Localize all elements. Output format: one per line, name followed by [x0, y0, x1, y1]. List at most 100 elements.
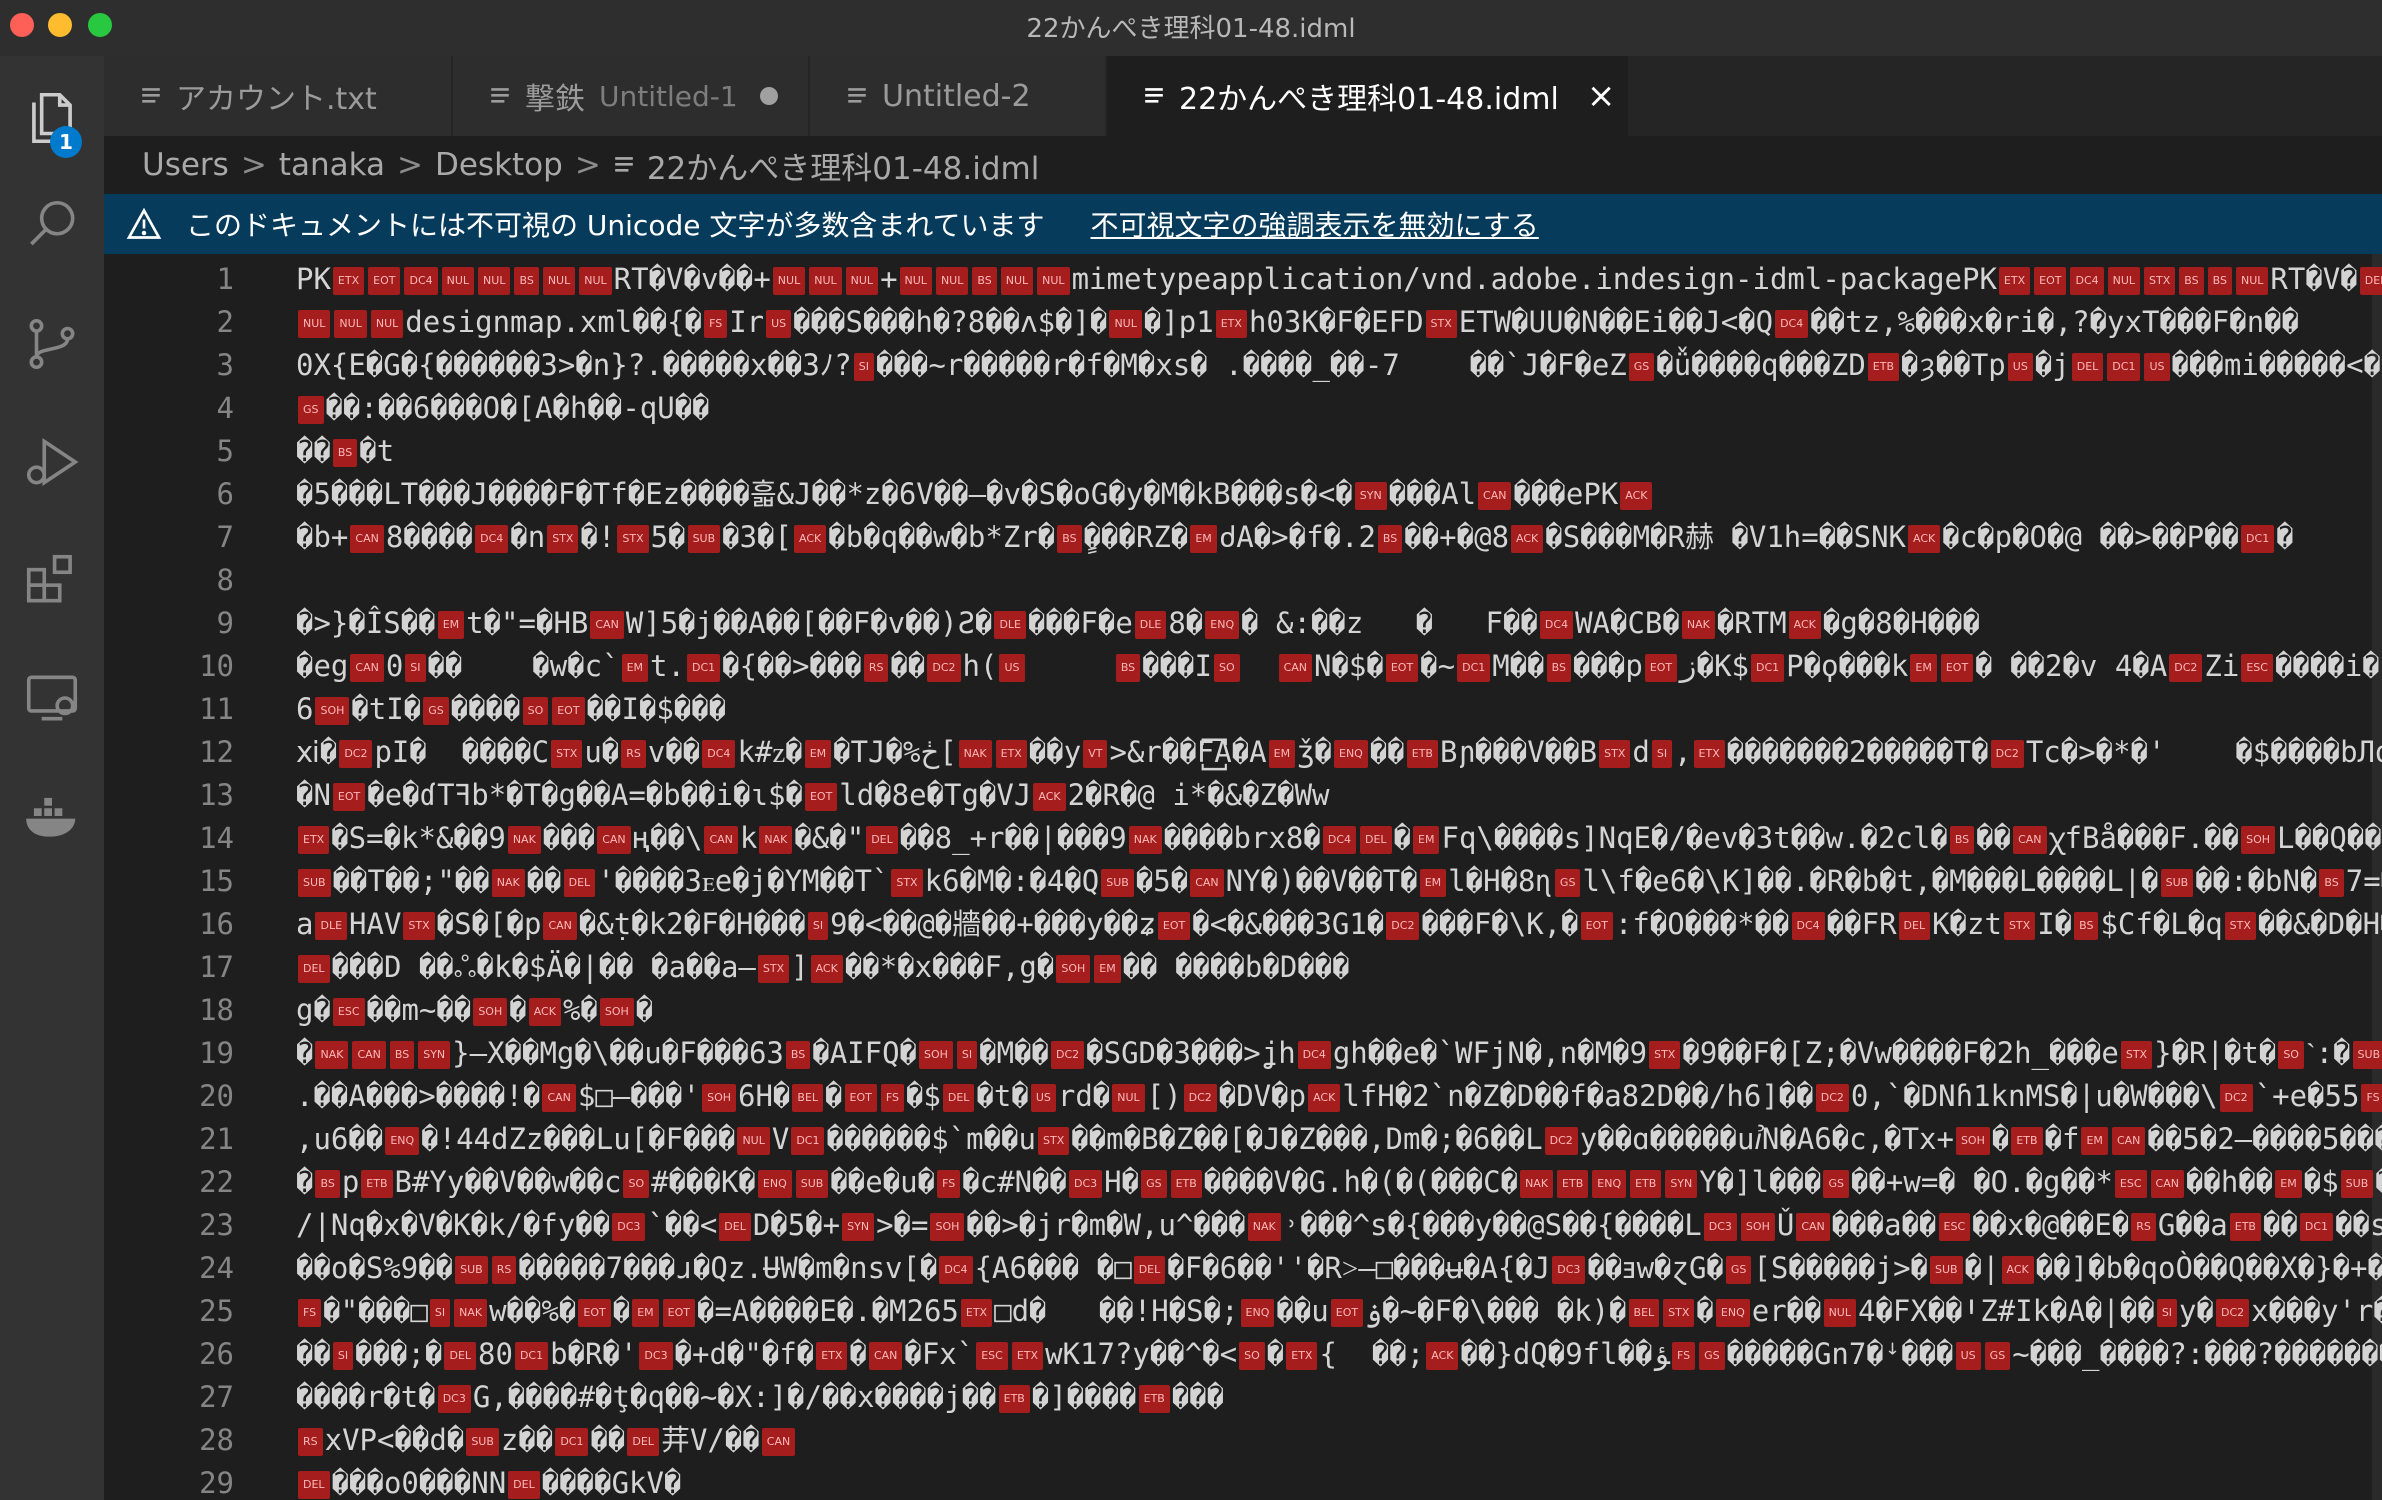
control-char-badge: NUL	[899, 267, 932, 295]
code-line[interactable]: 3 0X{E�G�{������3>�n}?.�����x��3ﾉ? SI ���~r…	[104, 344, 2382, 387]
control-char-badge: EM	[1094, 955, 1121, 983]
control-char-badge: SOH	[930, 1213, 965, 1241]
control-char-badge: EOT	[1385, 654, 1419, 682]
line-number: 17	[199, 950, 234, 984]
control-char-badge: DC4	[475, 525, 509, 553]
line-number: 21	[199, 1122, 234, 1156]
control-char-badge: STX	[2224, 912, 2256, 940]
code-line[interactable]: 1 PK ETX EOT DC4 NUL NUL BS NUL NUL RT�V�v��+ NUL NU…	[104, 258, 2382, 301]
code-line[interactable]: 12 ⅺ� DC2 pI� ����C STX u� RS v�� DC4 k#ᴢ� EM �TJ�%…	[104, 731, 2382, 774]
code-line[interactable]: 19 � NAK CAN BS SYN}—X��Mg�\��u�F���63 BS �AIFQ…	[104, 1032, 2382, 1075]
tab-idml-file[interactable]: 22かんぺき理科01-48.idml ×	[1107, 56, 1629, 136]
code-line[interactable]: 29 DEL ���o0���NN DEL ����GkV�	[104, 1462, 2382, 1500]
control-char-badge: SUB	[466, 1428, 499, 1456]
control-char-badge: BS	[972, 267, 997, 295]
line-number: 25	[199, 1294, 234, 1328]
control-char-badge: DC1	[514, 1342, 549, 1370]
code-line[interactable]: 15 SUB ��T��;"�� NAK �� DEL '����3ꭼe�j�YM��T` S…	[104, 860, 2382, 903]
code-line[interactable]: 20 .��A���>����!� CAN $□—���' SOH 6H� BEL � EOT F…	[104, 1075, 2382, 1118]
code-line[interactable]: 27 ����r�t� DC3 G,����#�ţ�q��~�X:]�/��x����…	[104, 1376, 2382, 1419]
code-line[interactable]: 16 a DLE HAV STX �S�[�p CAN �&ṭ�k2�F�H��� SI 9�<�…	[104, 903, 2382, 946]
control-char-badge: ENQ	[385, 1127, 420, 1155]
control-char-badge: NAK	[491, 869, 525, 897]
code-line[interactable]: 9 �>}�ÎS�� EM t�"=�HB CAN W]5�j��A��[��F�v��)…	[104, 602, 2382, 645]
control-char-badge: SI	[853, 353, 874, 381]
tab-untitled-1[interactable]: 撃鉄 Untitled-1	[453, 56, 809, 136]
line-number: 15	[199, 864, 234, 898]
control-char-badge: EM	[1413, 826, 1440, 854]
control-char-badge: CAN	[2150, 1170, 2184, 1198]
control-char-badge: US	[2007, 353, 2033, 381]
code-line[interactable]: 5 �� BS �t	[104, 430, 2382, 473]
text-file-icon	[848, 88, 866, 103]
control-char-badge: ACK	[1788, 611, 1821, 639]
code-line[interactable]: 22 � BS p ETB B#Yy��V��w��c SO #���K� ENQ SUB ��e�…	[104, 1161, 2382, 1204]
control-char-badge: ETX	[995, 740, 1027, 768]
control-char-badge: NUL	[298, 310, 331, 338]
control-char-badge: ETX	[816, 1342, 848, 1370]
control-char-badge: ENQ	[1334, 740, 1368, 768]
code-line[interactable]: 28 RS xVP<�ܳ�d� SUB z�� DC1 �� DEL 茾V/�� CAN	[104, 1419, 2382, 1462]
code-line[interactable]: 24 ��o�S%9�� SUB RS �����7���ɹ�Qz.ɄW�m�nsv[�…	[104, 1247, 2382, 1290]
line-content: /|Nq�x�V�K�k/�fy�� DC3 `��< DEL D�5�+ SYN >�= S…	[296, 1208, 2382, 1242]
control-char-badge: NUL	[1112, 1084, 1145, 1112]
explorer-badge: 1	[50, 126, 82, 158]
breadcrumb: Users > tanaka > Desktop > 22かんぺき理科01-48…	[104, 136, 2382, 194]
breadcrumb-desktop[interactable]: Desktop	[435, 147, 563, 183]
control-char-badge: RS	[863, 654, 889, 682]
text-file-icon	[142, 88, 160, 103]
control-char-badge: DC2	[1386, 912, 1420, 940]
code-line[interactable]: 4 GS ��:��6���O�[A�h��-qU��	[104, 387, 2382, 430]
code-line[interactable]: 23 /|Nq�x�V�K�k/�fy�� DC3 `��< DEL D�5�+ SYN >�…	[104, 1204, 2382, 1247]
tab-account-txt[interactable]: アカウント.txt	[104, 56, 452, 136]
code-editor[interactable]: 1 PK ETX EOT DC4 NUL NUL BS NUL NUL RT�V�v��+ NUL NU…	[104, 254, 2382, 1500]
source-control-button[interactable]	[0, 292, 104, 396]
control-char-badge: DC4	[702, 740, 736, 768]
code-line[interactable]: 21 ,u6�� ENQ �!44dZz���Lu[�F��� NUL V DC1 �����…	[104, 1118, 2382, 1161]
docker-button[interactable]	[0, 764, 104, 868]
control-char-badge: DEL	[298, 1471, 330, 1499]
code-line[interactable]: 14 ETX �S=�k*&��9 NAK ��� CAN ң��\ CAN k NAK �&�" D…	[104, 817, 2382, 860]
breadcrumb-file[interactable]: 22かんぺき理科01-48.idml	[647, 143, 1039, 188]
code-line[interactable]: 26 �� SI ���;� DEL 80 DC1 b�R�' DC3 �+d�"�f� ETX � C…	[104, 1333, 2382, 1376]
breadcrumb-users[interactable]: Users	[142, 147, 229, 183]
control-char-badge: SUB	[2160, 869, 2194, 897]
run-debug-button[interactable]	[0, 410, 104, 514]
control-char-badge: CAN	[597, 826, 631, 854]
control-char-badge: DC2	[1990, 740, 2024, 768]
code-line[interactable]: 13 �N EOT �e�ɗTꟻb*�T�g��A=�b��i�ɩ$� EOT ld�8e…	[104, 774, 2382, 817]
control-char-badge: ESC	[332, 998, 365, 1026]
control-char-badge: SI	[807, 912, 829, 940]
code-line[interactable]: 25 FS �"���□ SI NAK w��%� EOT � EM EOT �=A����E�.�…	[104, 1290, 2382, 1333]
disable-highlight-link[interactable]: 不可視文字の強調表示を無効にする	[1091, 204, 1539, 244]
control-char-badge: GS	[423, 697, 449, 725]
control-char-badge: EM	[1910, 654, 1937, 682]
line-number: 20	[199, 1079, 234, 1113]
control-char-badge: DEL	[719, 1213, 751, 1241]
code-line[interactable]: 6 �5���LT���J����F�Tf�Ez����흛&J��*z�6V��—…	[104, 473, 2382, 516]
code-line[interactable]: 18 g� ESC ��m~�� SOH � ACK %� SOH �	[104, 989, 2382, 1032]
code-line[interactable]: 7 �b+ CAN 8���� DC4 �n STX �! STX 5� SUB �3�[ACK �b�…	[104, 516, 2382, 559]
code-line[interactable]: 8	[104, 559, 2382, 602]
line-number: 23	[199, 1208, 234, 1242]
control-char-badge: SUB	[687, 525, 721, 553]
search-button[interactable]	[0, 174, 104, 278]
remote-explorer-button[interactable]	[0, 646, 104, 750]
control-char-badge: DC1	[686, 654, 721, 682]
tab-untitled-2[interactable]: Untitled-2	[810, 56, 1106, 136]
control-char-badge: BS	[2207, 267, 2232, 295]
code-line[interactable]: 11 6 SOH �tI� GS ���� SO EOT ��I�$���	[104, 688, 2382, 731]
code-line[interactable]: 10 �eg CAN 0 SI �� �w�c` EM t. DC1 �{��>��� RS �� DC…	[104, 645, 2382, 688]
explorer-button[interactable]: 1	[0, 66, 104, 170]
breadcrumb-separator: >	[574, 147, 601, 183]
close-tab-icon[interactable]: ×	[1587, 76, 1616, 116]
code-line[interactable]: 17 DEL ���D ��ஃ�k�$Ä�|�� �a��a— STX] ACK ��*�…	[104, 946, 2382, 989]
control-char-badge: DC4	[1791, 912, 1825, 940]
control-char-badge: SYN	[1665, 1170, 1698, 1198]
line-content: GS ��:��6���O�[A�h��-qU��	[296, 387, 710, 430]
code-line[interactable]: 2 NUL NUL NUL designmap.xml��{� FS Ir US ���S���…	[104, 301, 2382, 344]
breadcrumb-tanaka[interactable]: tanaka	[279, 147, 385, 183]
control-char-badge: CAN	[868, 1342, 903, 1370]
control-char-badge: BS	[2319, 869, 2344, 897]
extensions-button[interactable]	[0, 528, 104, 632]
